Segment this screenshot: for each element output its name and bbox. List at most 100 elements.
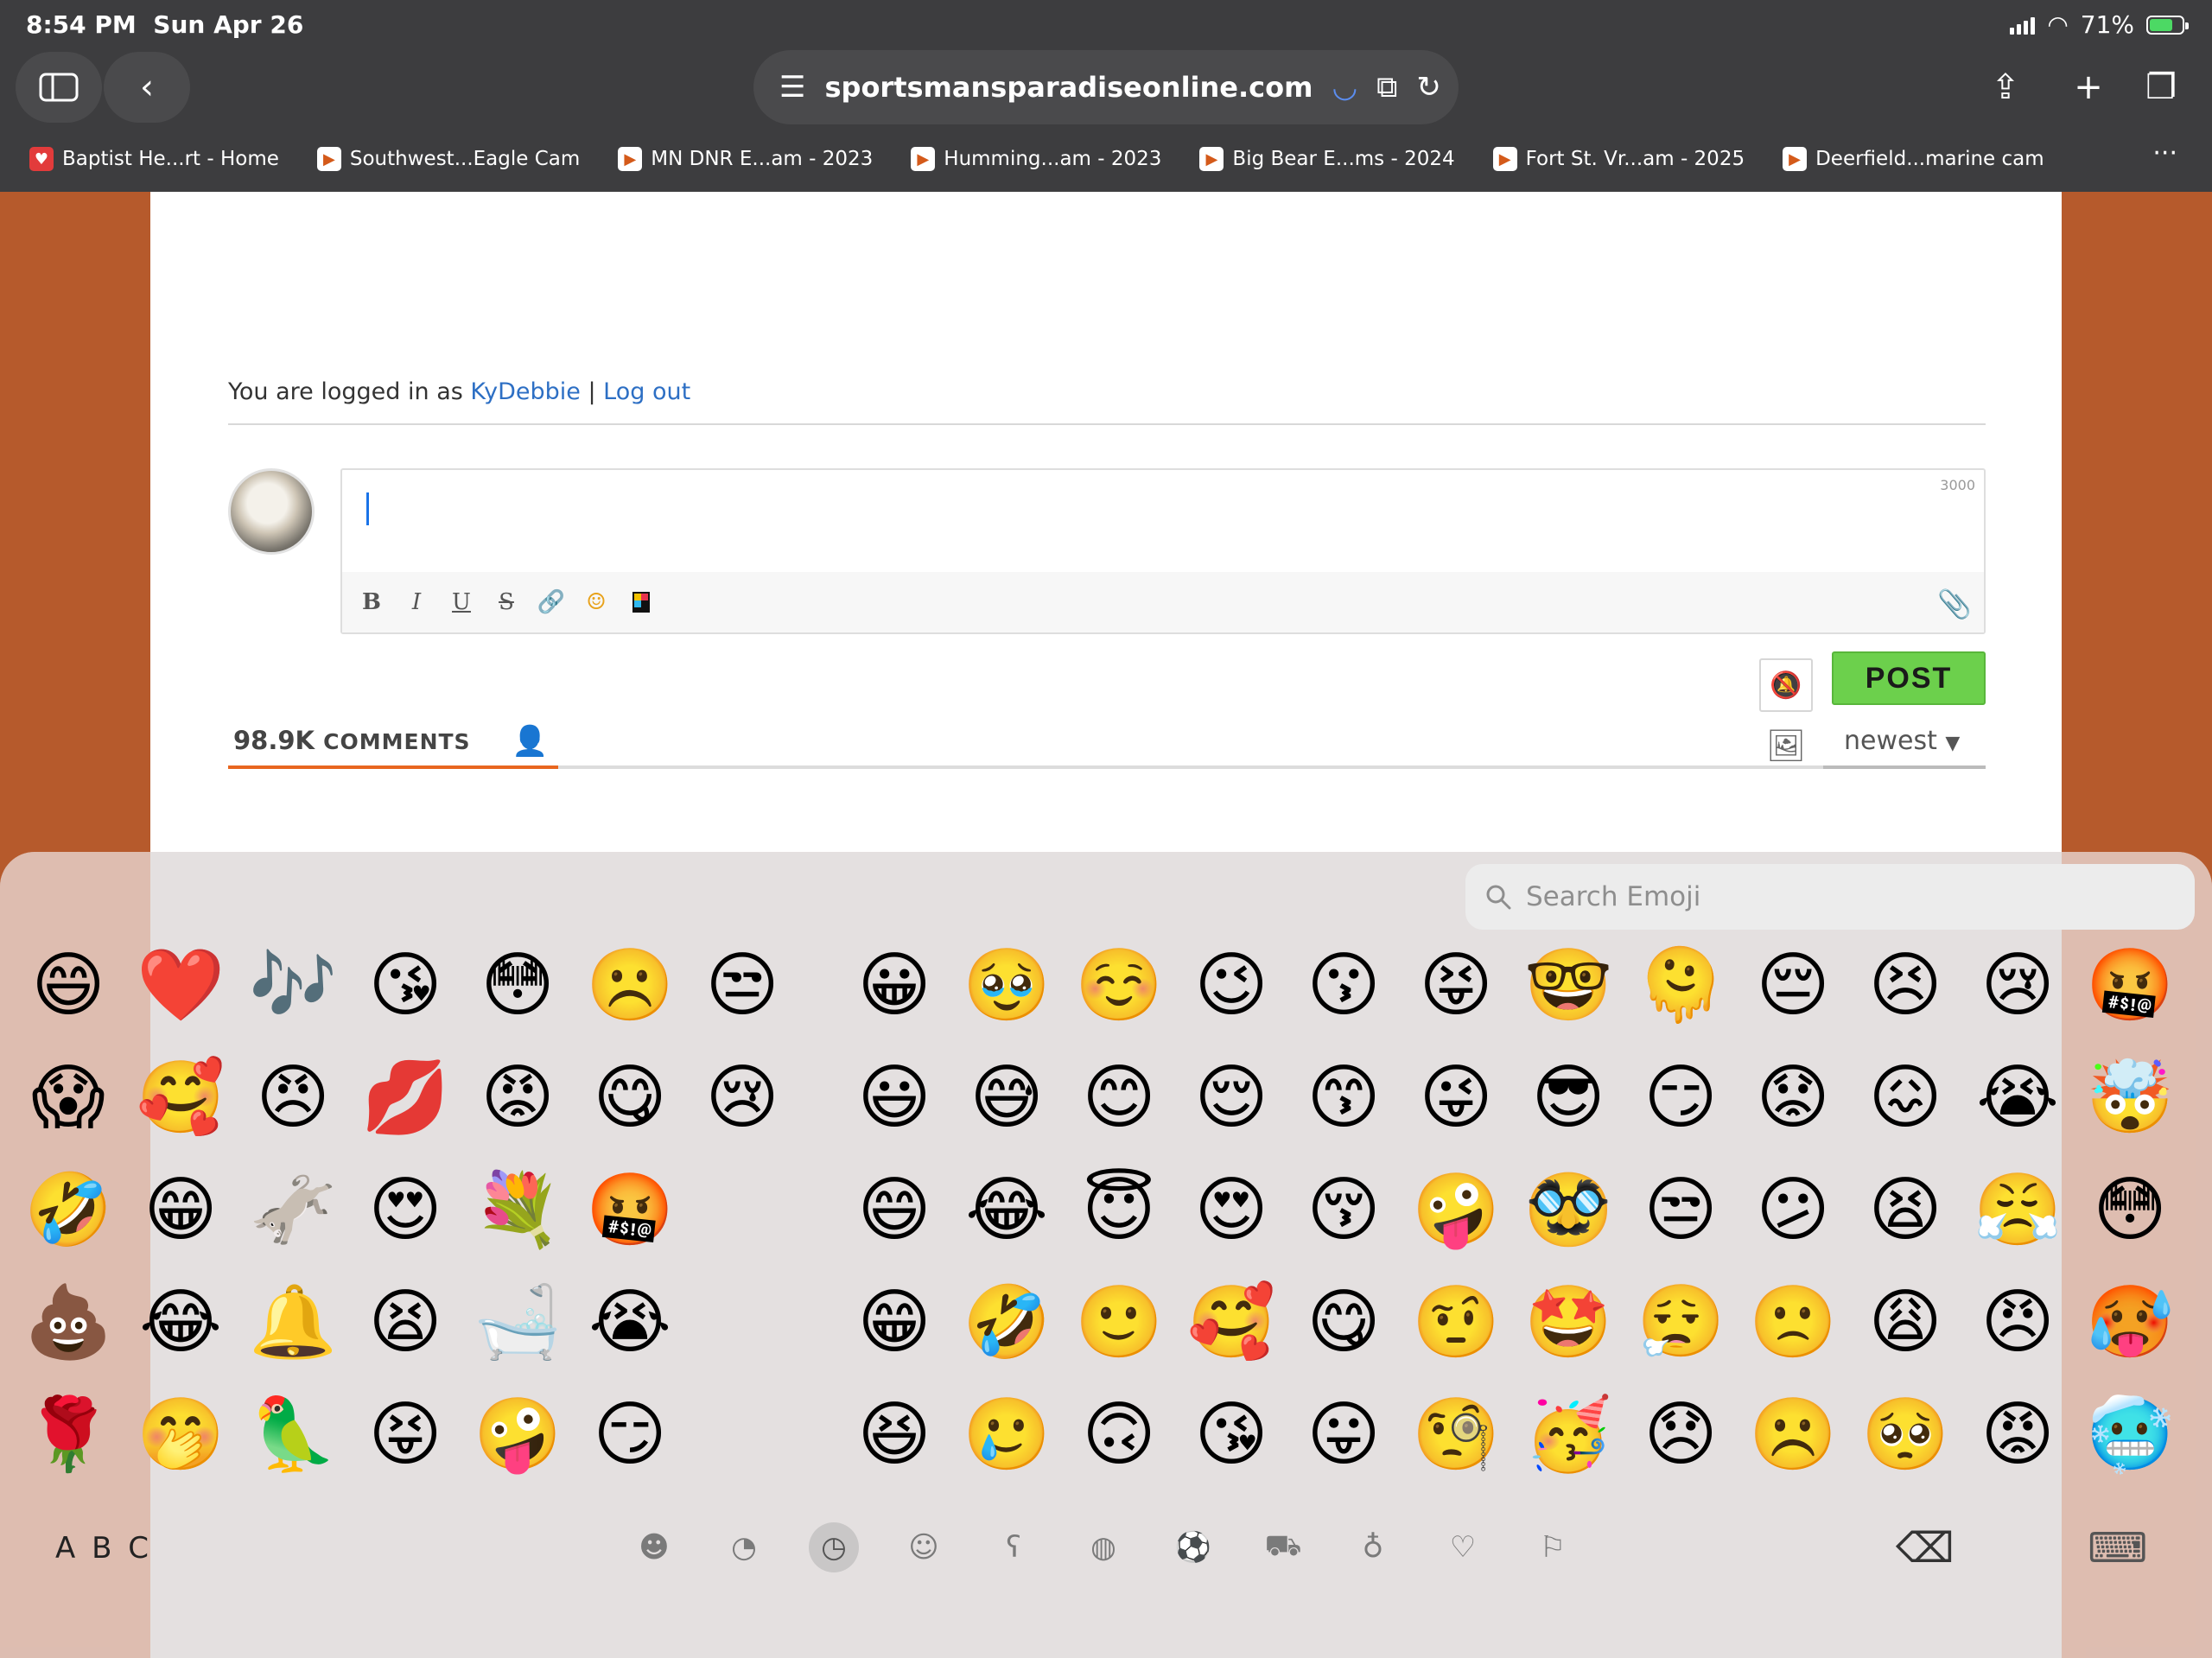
logout-link[interactable]: Log out	[603, 378, 690, 405]
emoji-key[interactable]: 😂	[950, 1154, 1063, 1267]
emoji-key[interactable]: 🤣	[12, 1154, 124, 1267]
emoji-key[interactable]: 😋	[1287, 1267, 1400, 1379]
notifications-toggle-button[interactable]: 🔕	[1759, 658, 1813, 712]
emoji-key[interactable]: 😢	[1961, 930, 2074, 1042]
post-button[interactable]: POST	[1832, 651, 1986, 705]
emoji-key[interactable]: 😳	[2074, 1154, 2186, 1267]
emoji-key[interactable]: 😫	[349, 1267, 461, 1379]
recent-category-icon[interactable]: ◷	[809, 1522, 859, 1572]
emoji-key[interactable]: 😉	[1175, 930, 1287, 1042]
emoji-key[interactable]: 😏	[1624, 1042, 1737, 1154]
abc-keyboard-button[interactable]: A B C	[55, 1531, 152, 1566]
emoji-key[interactable]: 😂	[124, 1267, 237, 1379]
emoji-search-input[interactable]: Search Emoji	[1465, 864, 2195, 930]
gallery-icon[interactable]: 🖼	[1766, 727, 1806, 764]
emoji-key[interactable]: 😄	[838, 1154, 950, 1267]
emoji-key[interactable]: 🙁	[1737, 1267, 1849, 1379]
emoji-key[interactable]: 😅	[950, 1042, 1063, 1154]
emoji-key[interactable]: 😌	[1175, 1042, 1287, 1154]
emoji-key[interactable]: 🥰	[1175, 1267, 1287, 1379]
emoji-key[interactable]: 😃	[838, 1042, 950, 1154]
bookmark-item[interactable]: ▶ Big Bear E...ms - 2024	[1199, 147, 1455, 171]
emoji-key[interactable]: 😒	[686, 930, 798, 1042]
travel-category-icon[interactable]: ⛟	[1258, 1522, 1308, 1572]
emoji-key[interactable]: 🤬	[574, 1154, 686, 1267]
flags-category-icon[interactable]: ⚐	[1528, 1522, 1578, 1572]
emoji-key[interactable]: 💐	[461, 1154, 574, 1267]
activity-category-icon[interactable]: ⚽	[1168, 1522, 1218, 1572]
reload-icon[interactable]: ↻	[1416, 70, 1441, 105]
emoji-icon[interactable]: ☺	[582, 588, 610, 616]
emoji-key[interactable]: 🫠	[1624, 930, 1737, 1042]
smileys-category-icon[interactable]: ☺	[899, 1522, 949, 1572]
emoji-key[interactable]: 😣	[1849, 930, 1961, 1042]
emoji-key[interactable]: 🤣	[950, 1267, 1063, 1379]
strikethrough-icon[interactable]: S	[493, 588, 520, 616]
address-bar[interactable]: ☰ sportsmansparadiseonline.com ◡ ⧉ ↻	[753, 50, 1459, 124]
new-tab-button[interactable]: +	[2058, 52, 2119, 123]
emoji-key[interactable]: 😡	[461, 1042, 574, 1154]
emoji-key[interactable]: 😀	[838, 930, 950, 1042]
stickers-category-icon[interactable]: ◔	[719, 1522, 769, 1572]
emoji-key[interactable]: 🤨	[1400, 1267, 1512, 1379]
emoji-key[interactable]: 😎	[1512, 1042, 1624, 1154]
emoji-key[interactable]: 🥵	[2074, 1267, 2186, 1379]
username-link[interactable]: KyDebbie	[470, 378, 581, 405]
more-bookmarks-icon[interactable]: ···	[2152, 138, 2177, 168]
emoji-key[interactable]: 🛁	[461, 1267, 574, 1379]
bookmark-item[interactable]: ▶ Fort St. Vr...am - 2025	[1492, 147, 1745, 171]
tabs-overview-button[interactable]: ❐	[2131, 52, 2191, 123]
emoji-key[interactable]: 🤩	[1512, 1267, 1624, 1379]
bookmark-item[interactable]: ▶ Humming...am - 2023	[911, 147, 1161, 171]
emoji-key[interactable]: 😳	[461, 930, 574, 1042]
sort-dropdown[interactable]: newest ▼	[1844, 726, 1960, 756]
emoji-key[interactable]: 😜	[1400, 1042, 1512, 1154]
bookmark-item[interactable]: ▶ Southwest...Eagle Cam	[316, 147, 580, 171]
sidebar-toggle-button[interactable]	[16, 52, 102, 123]
emoji-key[interactable]: 😊	[1063, 1042, 1175, 1154]
attachment-icon[interactable]: 📎	[1937, 588, 1972, 620]
emoji-key[interactable]: 😇	[1063, 1154, 1175, 1267]
emoji-key[interactable]: 😖	[1849, 1042, 1961, 1154]
emoji-key[interactable]: 😔	[1737, 930, 1849, 1042]
emoji-key[interactable]: 🥹	[950, 930, 1063, 1042]
emoji-key[interactable]: 😫	[1849, 1154, 1961, 1267]
bookmark-item[interactable]: ▶ Deerfield...marine cam	[1783, 147, 2044, 171]
emoji-key[interactable]: 😮‍💨	[1624, 1267, 1737, 1379]
emoji-key[interactable]: 😄	[12, 930, 124, 1042]
emoji-key[interactable]: 🙂	[1063, 1267, 1175, 1379]
backspace-icon[interactable]: ⌫	[1896, 1524, 1955, 1572]
emoji-key[interactable]: 😭	[1961, 1042, 2074, 1154]
emoji-key[interactable]: 💋	[349, 1042, 461, 1154]
privacy-shield-icon[interactable]: ◡	[1332, 70, 1357, 105]
emoji-key[interactable]: 😕	[1737, 1154, 1849, 1267]
back-button[interactable]: ‹	[104, 52, 190, 123]
emoji-key[interactable]: ☺️	[1063, 930, 1175, 1042]
emoji-key[interactable]: 😍	[1175, 1154, 1287, 1267]
keyboard-dismiss-icon[interactable]: ⌨	[2088, 1524, 2147, 1572]
extensions-icon[interactable]: ⧉	[1376, 70, 1397, 105]
emoji-key[interactable]: 😘	[349, 930, 461, 1042]
emoji-key[interactable]: ☹️	[574, 930, 686, 1042]
emoji-key[interactable]: 😠	[237, 1042, 349, 1154]
food-category-icon[interactable]: ◍	[1078, 1522, 1128, 1572]
link-icon[interactable]: 🔗	[537, 588, 565, 616]
emoji-key[interactable]: 😚	[1287, 1154, 1400, 1267]
emoji-key[interactable]: 😱	[12, 1042, 124, 1154]
emoji-key[interactable]: 😟	[1737, 1042, 1849, 1154]
comments-tab[interactable]: 98.9K COMMENTS	[233, 726, 471, 755]
user-settings-icon[interactable]: 👤	[512, 724, 548, 759]
emoji-key[interactable]: 😁	[838, 1267, 950, 1379]
emoji-key[interactable]: 🤪	[1400, 1154, 1512, 1267]
comment-editor[interactable]: 3000 B I U S 🔗 ☺ 📎	[340, 468, 1986, 634]
emoji-key[interactable]: 😙	[1287, 1042, 1400, 1154]
emoji-key[interactable]: 🤯	[2074, 1042, 2186, 1154]
emoji-key[interactable]: 😁	[124, 1154, 237, 1267]
emoji-key[interactable]: 🫏	[237, 1154, 349, 1267]
emoji-key[interactable]: 😝	[1400, 930, 1512, 1042]
bookmark-item[interactable]: ▶ MN DNR E...am - 2023	[618, 147, 873, 171]
emoji-key[interactable]: 😍	[349, 1154, 461, 1267]
bold-icon[interactable]: B	[358, 588, 385, 616]
emoji-key[interactable]: 🥸	[1512, 1154, 1624, 1267]
gif-icon[interactable]	[627, 588, 655, 616]
